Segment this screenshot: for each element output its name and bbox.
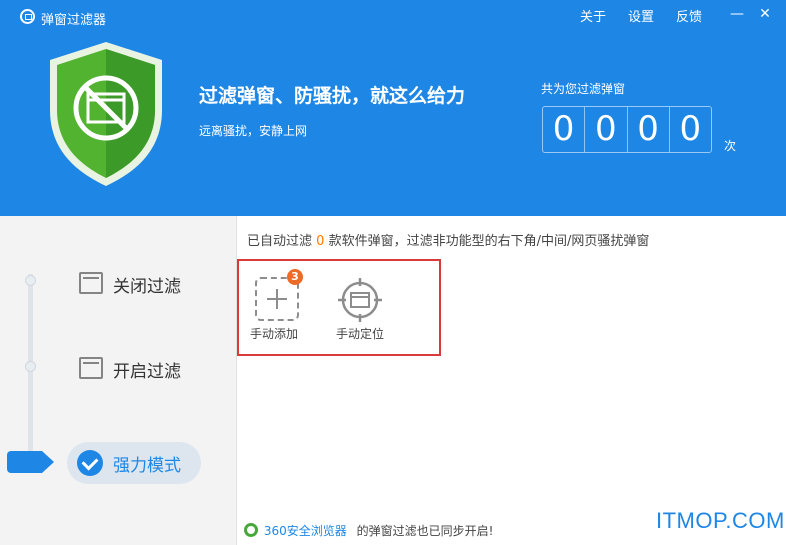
manual-locate-label: 手动定位 bbox=[335, 327, 384, 341]
slider-stop[interactable] bbox=[25, 275, 36, 286]
filter-info-prefix: 已自动过滤 bbox=[247, 234, 313, 249]
browser-link[interactable]: 360安全浏览器 bbox=[264, 524, 347, 538]
manual-add-button[interactable]: 3 手动添加 bbox=[243, 269, 305, 343]
counter-unit: 次 bbox=[724, 139, 737, 153]
manual-add-badge: 3 bbox=[287, 269, 303, 285]
app-logo-icon bbox=[20, 9, 35, 24]
app-title: 弹窗过滤器 bbox=[41, 13, 107, 28]
menu-settings[interactable]: 设置 bbox=[628, 6, 654, 25]
counter-digit: 0 bbox=[543, 107, 586, 152]
counter-digit: 0 bbox=[585, 107, 628, 152]
minimize-button[interactable]: — bbox=[726, 4, 748, 24]
filter-count: 0 bbox=[316, 234, 325, 249]
slogan-subtitle: 远离骚扰，安静上网 bbox=[199, 124, 308, 138]
site-watermark: ITMOP.COM bbox=[656, 508, 785, 533]
filter-counter: 0 0 0 0 bbox=[542, 106, 712, 153]
header-banner: 弹窗过滤器 关于 设置 反馈 — ✕ 过滤弹窗、防骚扰，就这么给力 远离骚扰，安… bbox=[0, 0, 786, 216]
slider-stop[interactable] bbox=[25, 361, 36, 372]
check-circle-icon bbox=[77, 450, 103, 476]
slogan-title: 过滤弹窗、防骚扰，就这么给力 bbox=[199, 85, 466, 107]
slider-handle[interactable] bbox=[7, 451, 54, 473]
shield-icon bbox=[50, 42, 162, 186]
browser-logo-icon bbox=[244, 523, 258, 537]
window-check-icon bbox=[79, 272, 103, 294]
mode-label-open: 开启过滤 bbox=[113, 362, 181, 382]
counter-digit: 0 bbox=[628, 107, 670, 152]
footer-status: 360安全浏览器 的弹窗过滤也已同步开启! bbox=[244, 522, 493, 539]
close-button[interactable]: ✕ bbox=[754, 4, 776, 24]
main-panel: 已自动过滤 0 款软件弹窗，过滤非功能型的右下角/中间/网页骚扰弹窗 3 手动添… bbox=[237, 216, 786, 545]
filter-info-suffix: 款软件弹窗，过滤非功能型的右下角/中间/网页骚扰弹窗 bbox=[328, 234, 650, 249]
manual-locate-button[interactable]: 手动定位 bbox=[329, 273, 391, 343]
tools-highlight-box: 3 手动添加 手动定位 bbox=[237, 259, 441, 356]
mode-label-strong: 强力模式 bbox=[113, 456, 181, 476]
footer-text: 的弹窗过滤也已同步开启! bbox=[356, 524, 494, 538]
mode-label-close: 关闭过滤 bbox=[113, 277, 181, 297]
counter-label: 共为您过滤弹窗 bbox=[541, 82, 626, 96]
mode-strong[interactable]: 强力模式 bbox=[67, 442, 201, 484]
counter-digit: 0 bbox=[679, 109, 702, 149]
menu-feedback[interactable]: 反馈 bbox=[676, 6, 702, 25]
filter-info: 已自动过滤 0 款软件弹窗，过滤非功能型的右下角/中间/网页骚扰弹窗 bbox=[247, 230, 649, 249]
manual-add-label: 手动添加 bbox=[249, 327, 298, 341]
titlebar: 弹窗过滤器 关于 设置 反馈 — ✕ bbox=[0, 0, 786, 30]
menu-about[interactable]: 关于 bbox=[580, 6, 606, 25]
crosshair-window-icon bbox=[338, 278, 382, 322]
window-icon bbox=[79, 357, 103, 379]
mode-sidebar: 关闭过滤 开启过滤 强力模式 bbox=[0, 216, 237, 545]
